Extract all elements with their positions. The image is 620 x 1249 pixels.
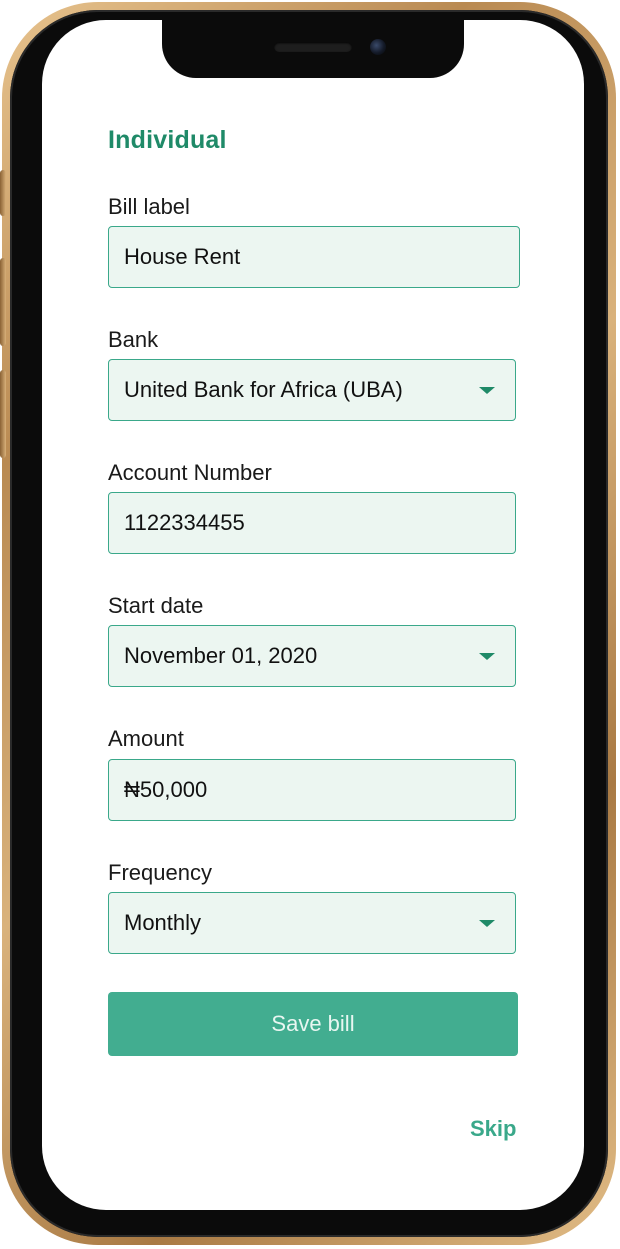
amount-value: ₦50,000 [124, 777, 208, 802]
save-bill-button[interactable]: Save bill [108, 992, 518, 1056]
amount-input[interactable]: ₦50,000 [108, 759, 516, 821]
account-number-value: 1122334455 [124, 510, 245, 535]
page-title: Individual [108, 126, 227, 154]
skip-link[interactable]: Skip [470, 1116, 516, 1142]
bill-label-value: House Rent [124, 244, 241, 269]
start-date-select[interactable]: November 01, 2020 [108, 625, 516, 687]
volume-up-button [0, 258, 6, 346]
volume-down-button [0, 370, 6, 458]
account-number-input[interactable]: 1122334455 [108, 492, 516, 554]
frequency-select[interactable]: Monthly [108, 892, 516, 954]
caret-down-icon [479, 653, 495, 660]
app-screen: Individual Bill label House Rent Bank Un… [42, 20, 584, 1210]
start-date-label: Start date [108, 593, 204, 618]
bill-label-input[interactable]: House Rent [108, 226, 520, 288]
bank-value: United Bank for Africa (UBA) [124, 377, 403, 402]
silent-switch [0, 170, 6, 216]
caret-down-icon [479, 387, 495, 394]
front-camera [370, 39, 386, 55]
amount-label: Amount [108, 726, 184, 751]
start-date-value: November 01, 2020 [124, 643, 318, 668]
speaker-grille [274, 42, 352, 52]
bank-label: Bank [108, 327, 159, 352]
account-number-label: Account Number [108, 460, 272, 485]
frequency-label: Frequency [108, 860, 212, 885]
notch [162, 20, 464, 78]
bill-label-label: Bill label [108, 194, 190, 219]
bank-select[interactable]: United Bank for Africa (UBA) [108, 359, 516, 421]
caret-down-icon [479, 920, 495, 927]
frequency-value: Monthly [124, 910, 202, 935]
